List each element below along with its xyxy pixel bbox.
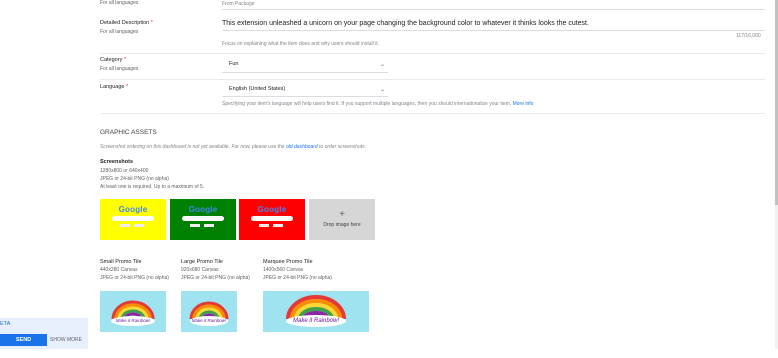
screenshots-format: JPEG or 24-bit PNG (no alpha) bbox=[100, 176, 169, 182]
screenshot-thumbnail-2[interactable]: Google bbox=[170, 199, 236, 240]
search-bar bbox=[182, 216, 224, 221]
marquee-promo-image[interactable]: Make it Rainbow! bbox=[263, 291, 369, 332]
language-value: English (United States) bbox=[229, 86, 286, 92]
search-button bbox=[259, 224, 269, 227]
rainbow-icon bbox=[189, 301, 229, 326]
marquee-promo-size: 1400x560 Canvas bbox=[263, 267, 304, 273]
large-promo-label: Large Promo Tile bbox=[181, 259, 223, 265]
screenshot-thumbnail-1[interactable]: Google bbox=[100, 199, 166, 240]
small-promo-image[interactable]: Make it Rainbow! bbox=[100, 291, 166, 332]
screenshot-thumbnail-3[interactable]: Google bbox=[239, 199, 305, 240]
description-hint: Focus on explaining what the item does a… bbox=[222, 41, 380, 47]
lucky-button bbox=[204, 224, 214, 227]
search-button bbox=[190, 224, 200, 227]
drop-image-label: Drop image here bbox=[323, 222, 361, 228]
search-button bbox=[120, 224, 130, 227]
category-label: Category * bbox=[100, 57, 126, 63]
marquee-promo-label: Marquee Promo Tile bbox=[263, 259, 313, 265]
lucky-button bbox=[134, 224, 144, 227]
screenshots-rule: At least one is required. Up to a maximu… bbox=[100, 184, 205, 190]
marquee-promo-format: JPEG or 24-bit PNG (no alpha) bbox=[263, 275, 332, 281]
screenshot-notice: Screenshot ordering on this dashboard is… bbox=[100, 144, 367, 150]
language-label: Language * bbox=[100, 84, 129, 90]
show-more-button[interactable]: SHOW MORE bbox=[50, 334, 82, 346]
category-select[interactable]: Fun ⌄ bbox=[229, 61, 385, 70]
large-promo-size: 920x680 Canvas bbox=[181, 267, 219, 273]
category-sub: For all languages bbox=[100, 66, 139, 72]
detailed-description-sub: For all languages bbox=[100, 29, 139, 35]
search-bar bbox=[251, 216, 293, 221]
more-info-link[interactable]: More info bbox=[513, 101, 534, 107]
divider bbox=[100, 113, 765, 114]
divider bbox=[100, 53, 765, 54]
small-promo-format: JPEG or 24-bit PNG (no alpha) bbox=[100, 275, 169, 281]
divider bbox=[100, 79, 765, 80]
google-logo: Google bbox=[118, 205, 148, 214]
language-hint: Specifying your item's language will hel… bbox=[222, 101, 534, 107]
small-promo-label: Small Promo Tile bbox=[100, 259, 142, 265]
category-underline bbox=[222, 72, 388, 73]
tile-caption: Make it Rainbow! bbox=[292, 318, 340, 324]
drop-image-zone[interactable]: + Drop image here bbox=[309, 199, 375, 240]
plus-icon: + bbox=[339, 209, 345, 220]
google-logo: Google bbox=[257, 205, 287, 214]
feedback-panel: ETA SEND FEEDBACK SHOW MORE bbox=[0, 318, 88, 355]
graphic-assets-heading: GRAPHIC ASSETS bbox=[100, 129, 157, 136]
large-promo-image[interactable]: Make it Rainbow! bbox=[181, 291, 237, 332]
tile-caption: Make it Rainbow! bbox=[191, 318, 227, 323]
lucky-button bbox=[273, 224, 283, 227]
language-underline bbox=[222, 96, 388, 97]
google-logo: Google bbox=[188, 205, 218, 214]
send-feedback-button[interactable]: SEND FEEDBACK bbox=[0, 334, 47, 355]
package-underline bbox=[222, 9, 765, 10]
large-promo-format: JPEG or 24-bit PNG (no alpha) bbox=[181, 275, 250, 281]
detailed-description-label: Detailed Description * bbox=[100, 20, 153, 26]
category-value: Fun bbox=[229, 61, 239, 67]
old-dashboard-link[interactable]: old dashboard bbox=[286, 144, 318, 150]
package-placeholder[interactable]: From Package bbox=[222, 1, 255, 7]
description-counter: 117/16,000 bbox=[736, 33, 761, 39]
chevron-down-icon: ⌄ bbox=[379, 87, 385, 93]
search-bar bbox=[112, 216, 154, 221]
rainbow-icon bbox=[111, 300, 155, 326]
screenshots-label: Screenshots bbox=[100, 159, 134, 165]
language-select[interactable]: English (United States) ⌄ bbox=[229, 86, 385, 95]
chevron-down-icon: ⌄ bbox=[379, 62, 385, 68]
tile-caption: Make it Rainbow! bbox=[115, 318, 151, 323]
small-promo-size: 440x280 Canvas bbox=[100, 267, 138, 273]
detailed-description-input[interactable]: This extension unleashed a unicorn on yo… bbox=[222, 20, 762, 27]
screenshots-size: 1280x800 or 640x400 bbox=[100, 168, 149, 174]
beta-label: ETA bbox=[0, 321, 11, 327]
description-underline bbox=[222, 30, 765, 31]
package-sub: For all languages bbox=[100, 0, 139, 6]
rainbow-icon bbox=[286, 295, 346, 327]
